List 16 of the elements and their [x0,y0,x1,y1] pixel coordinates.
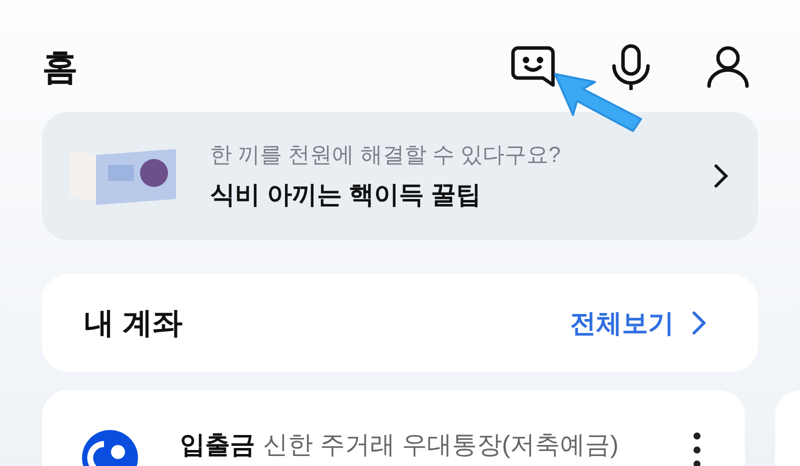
chevron-right-icon [692,311,706,335]
account-name: 신한 주거래 우대통장(저축예금) [263,431,619,459]
page-title: 홈 [42,45,78,89]
promo-banner[interactable]: 한 끼를 천원에 해결할 수 있다구요? 식비 아끼는 핵이득 꿀팁 [42,112,758,240]
view-all-link[interactable]: 전체보기 [570,304,706,342]
chevron-right-icon [714,164,728,188]
account-type: 입출금 [180,431,255,459]
section-title: 내 계좌 [84,306,182,342]
banner-title: 식비 아끼는 핵이득 꿀팁 [210,180,482,211]
microphone-icon[interactable] [610,44,652,90]
chat-bot-icon[interactable] [510,45,556,89]
more-options-icon[interactable] [693,430,701,466]
account-card[interactable]: 입출금 신한 주거래 우대통장(저축예금) [42,390,745,466]
profile-icon[interactable] [706,46,750,88]
banner-subtitle: 한 끼를 천원에 해결할 수 있다구요? [210,140,562,169]
pointer-arrow-icon [553,72,643,132]
